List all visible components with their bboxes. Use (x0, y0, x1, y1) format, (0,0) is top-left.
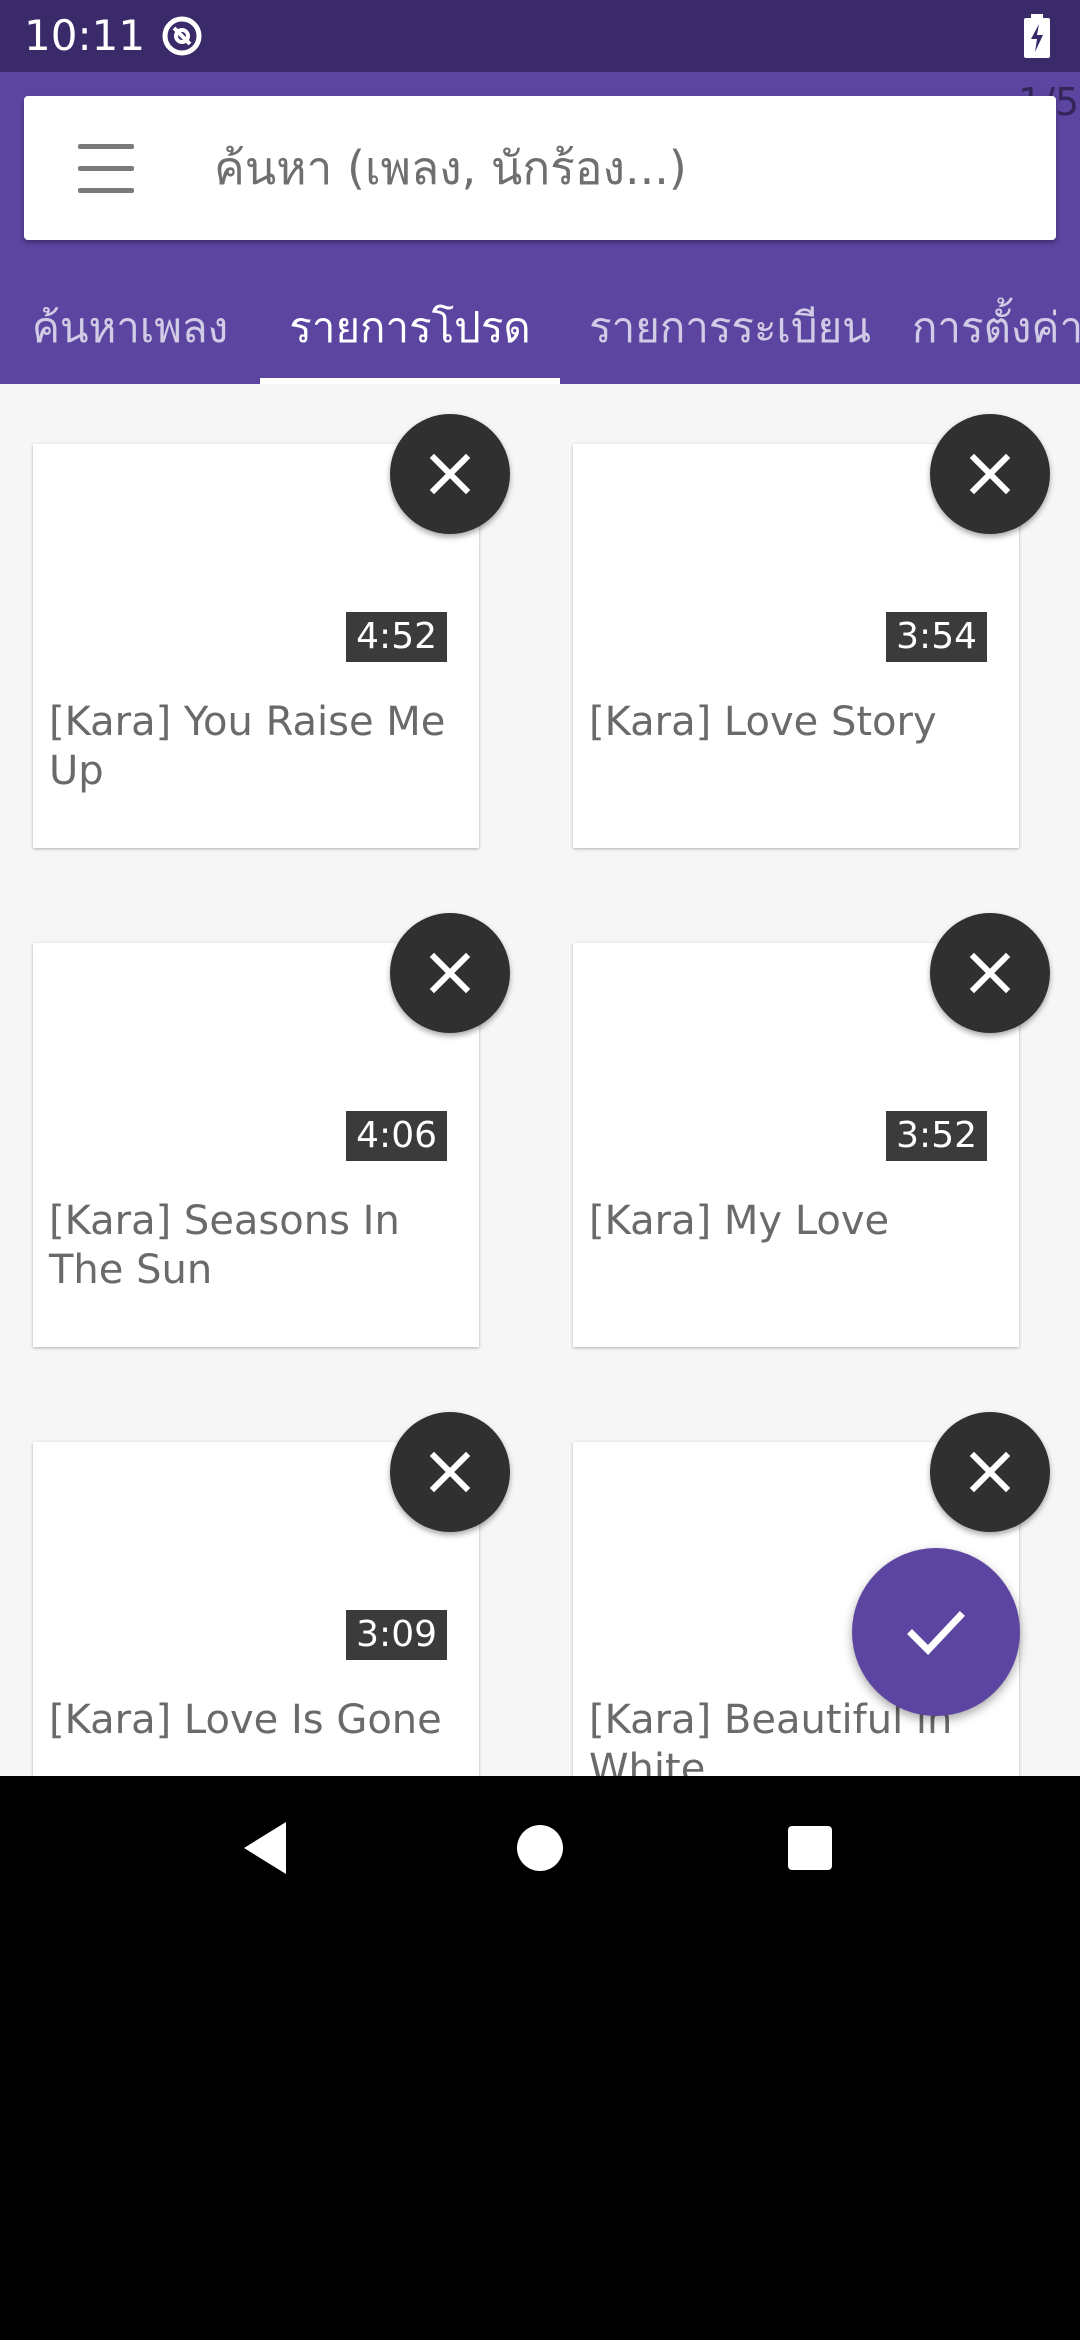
duration-badge: 3:52 (886, 1111, 987, 1161)
close-icon (969, 453, 1011, 495)
close-icon (969, 1451, 1011, 1493)
tab-records[interactable]: รายการระเบียน (560, 270, 900, 384)
remove-favorite-button[interactable] (390, 414, 510, 534)
status-time: 10:11 (24, 11, 146, 60)
duration-badge: 3:54 (886, 612, 987, 662)
home-circle-icon[interactable] (508, 1816, 572, 1880)
tab-search-songs[interactable]: ค้นหาเพลง (0, 270, 260, 384)
system-nav-bar (0, 1776, 1080, 1920)
tab-bar: ค้นหาเพลง รายการโปรด รายการระเบียน การตั… (0, 270, 1080, 384)
tab-favorites[interactable]: รายการโปรด (260, 270, 560, 384)
remove-favorite-button[interactable] (390, 913, 510, 1033)
confirm-fab-button[interactable] (852, 1548, 1020, 1716)
recents-square-icon[interactable] (778, 1816, 842, 1880)
status-bar: 10:11 (0, 0, 1080, 72)
remove-favorite-button[interactable] (930, 414, 1050, 534)
duration-badge: 3:09 (346, 1610, 447, 1660)
remove-favorite-button[interactable] (930, 1412, 1050, 1532)
check-icon (907, 1611, 965, 1656)
battery-charging-icon (1024, 14, 1050, 58)
song-title: [Kara] Love Story (589, 699, 937, 745)
song-title: [Kara] You Raise Me Up (49, 699, 446, 794)
at-sign-icon (162, 16, 202, 56)
close-icon (429, 952, 471, 994)
close-icon (969, 952, 1011, 994)
back-triangle-icon[interactable] (236, 1816, 300, 1880)
duration-badge: 4:52 (346, 612, 447, 662)
hamburger-menu-icon[interactable] (78, 142, 134, 194)
search-box (24, 96, 1056, 240)
tab-settings[interactable]: การตั้งค่า (912, 270, 1080, 384)
duration-badge: 4:06 (346, 1111, 447, 1161)
close-icon (429, 453, 471, 495)
search-input[interactable] (214, 126, 1014, 210)
remove-favorite-button[interactable] (390, 1412, 510, 1532)
close-icon (429, 1451, 471, 1493)
remove-favorite-button[interactable] (930, 913, 1050, 1033)
song-title: [Kara] Seasons In The Sun (49, 1198, 400, 1293)
song-title: [Kara] My Love (589, 1198, 890, 1244)
song-title: [Kara] Love Is Gone (49, 1697, 442, 1743)
app-header: 1/5 ค้นหาเพลง รายการโปรด รายการระเบียน ก… (0, 72, 1080, 384)
screen: 10:11 1/5 ค้นหาเพลง รายการโปรด รายการระเ… (0, 0, 1080, 2340)
